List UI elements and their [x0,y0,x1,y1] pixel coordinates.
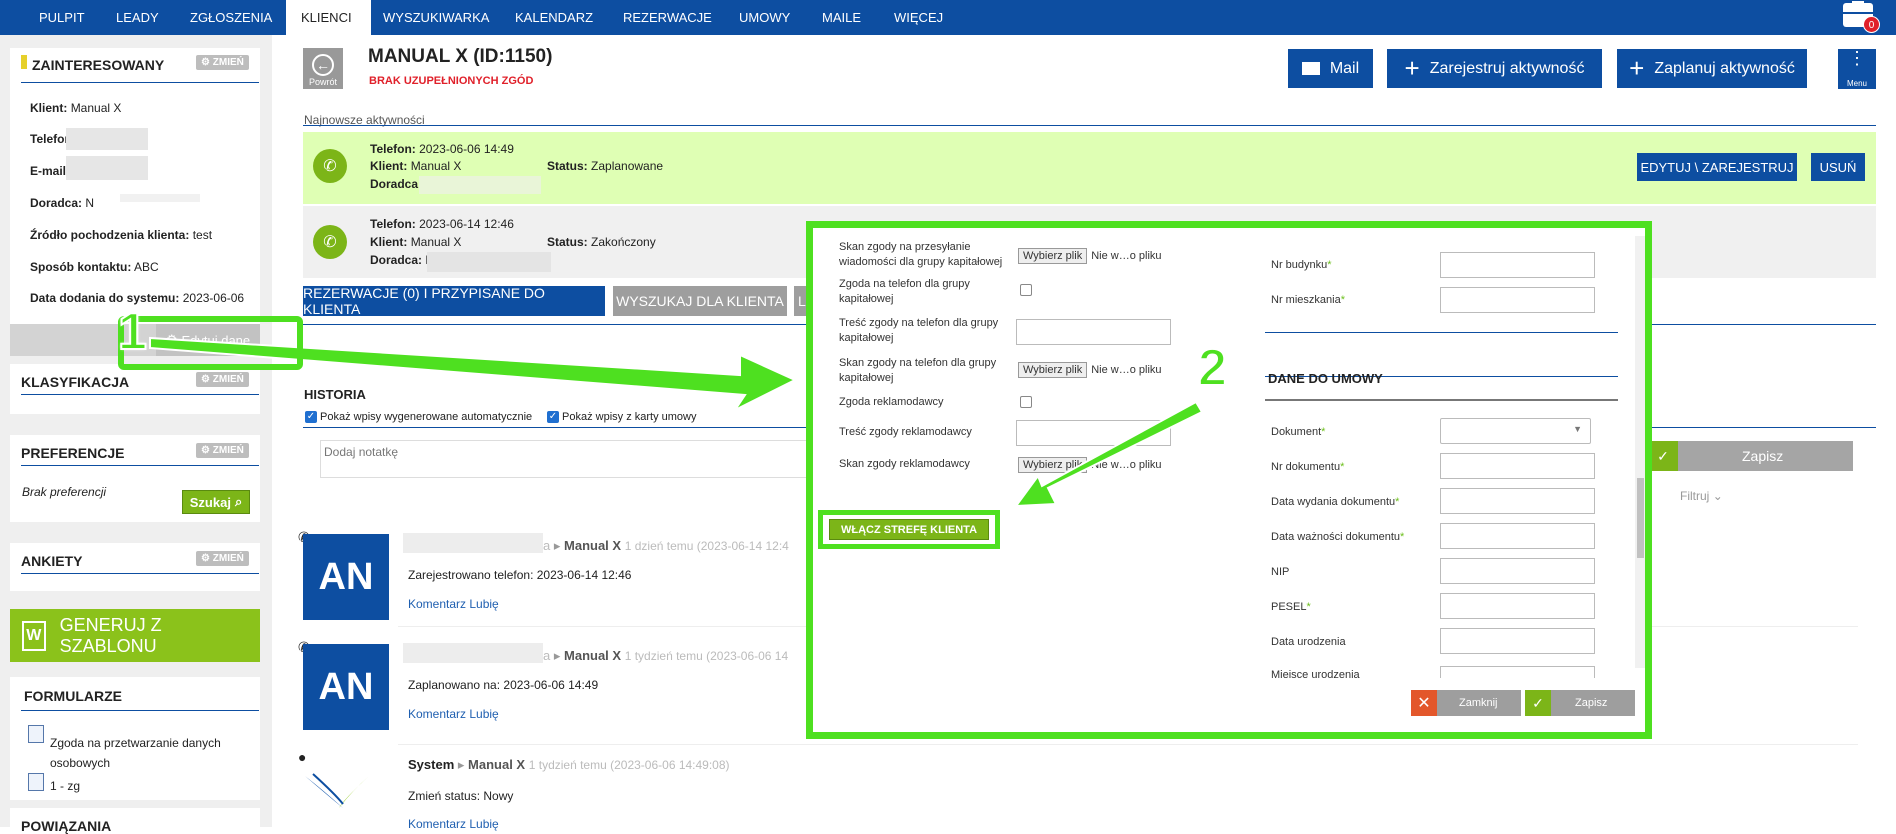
step-1-label: 1 [117,302,148,362]
annotation-arrows [149,336,1204,508]
step-2-label: 2 [1197,338,1228,398]
arrow-to-enable-zone [1013,400,1204,508]
